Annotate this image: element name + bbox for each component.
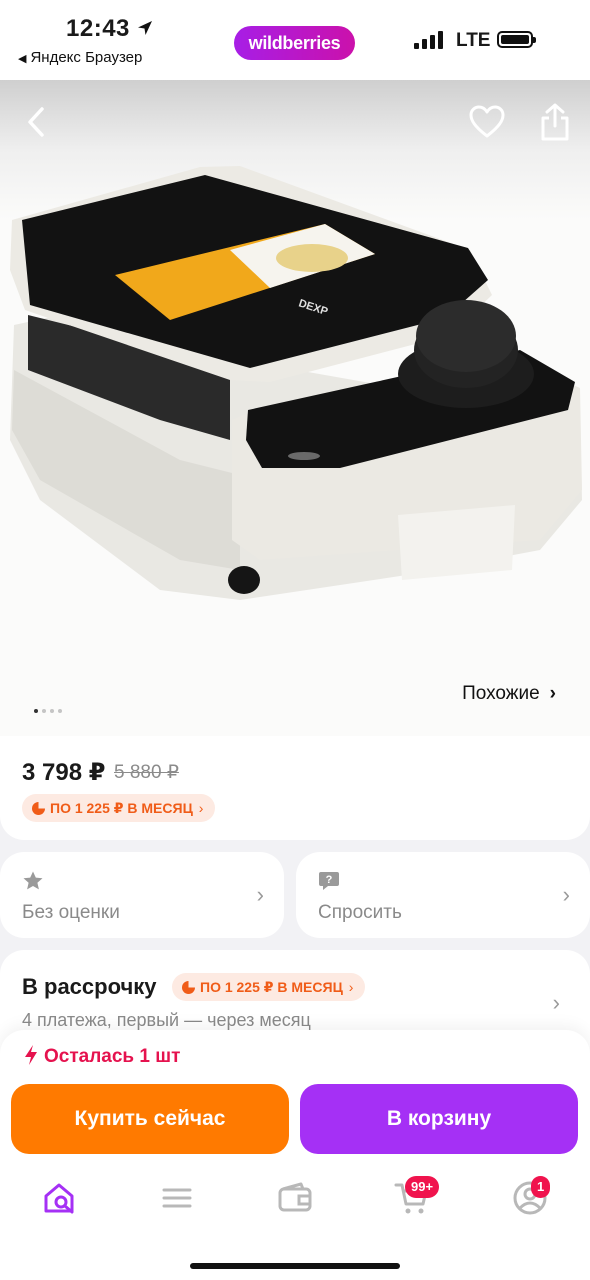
chevron-right-icon: › <box>552 990 560 1015</box>
back-to-app-link[interactable]: ◀ Яндекс Браузер <box>18 49 142 66</box>
ask-question-tile[interactable]: ? Спросить › <box>296 852 590 938</box>
product-image-waffle-maker: DEXP <box>10 166 582 600</box>
location-arrow-icon <box>138 21 152 35</box>
svg-text:?: ? <box>326 874 333 886</box>
pie-chart-icon <box>182 981 195 994</box>
similar-label: Похожие <box>462 683 540 704</box>
old-price: 5 880 ₽ <box>114 762 179 783</box>
installment-badge-label: ПО 1 225 ₽ В МЕСЯЦ <box>200 979 343 995</box>
installment-title: В рассрочку <box>22 974 157 999</box>
profile-badge: 1 <box>531 1176 551 1198</box>
lightning-icon <box>25 1045 37 1065</box>
ask-label: Спросить <box>318 902 402 923</box>
wildberries-logo: wildberries <box>234 26 355 60</box>
price-card: 3 798 ₽ 5 880 ₽ ПО 1 225 ₽ В МЕСЯЦ › <box>0 736 590 840</box>
purchase-bar: Осталась 1 шт Купить сейчас В корзину 99… <box>0 1030 590 1280</box>
installment-badge-label: ПО 1 225 ₽ В МЕСЯЦ <box>50 800 193 816</box>
chevron-right-icon: › <box>549 683 556 704</box>
chevron-right-icon: › <box>348 979 354 995</box>
tab-bar: 99+ 1 <box>0 1176 590 1220</box>
signal-icon <box>414 31 444 49</box>
status-bar: 12:43 ◀ Яндекс Браузер wildberries LTE <box>0 0 590 80</box>
battery-icon <box>497 31 536 48</box>
chevron-right-icon: › <box>562 882 570 907</box>
installment-badge: ПО 1 225 ₽ В МЕСЯЦ › <box>172 973 366 1001</box>
home-search-icon[interactable] <box>42 1180 78 1216</box>
buy-now-button[interactable]: Купить сейчас <box>11 1084 289 1154</box>
installment-subtitle: 4 платежа, первый — через месяц <box>22 1010 311 1030</box>
back-app-label: Яндекс Браузер <box>30 49 143 66</box>
stock-label: Осталась 1 шт <box>44 1046 181 1067</box>
installment-badge[interactable]: ПО 1 225 ₽ В МЕСЯЦ › <box>22 794 216 822</box>
gallery-pagination <box>34 702 66 713</box>
similar-products-link[interactable]: Похожие › <box>462 683 556 705</box>
product-gallery[interactable]: DEXP Похожие › <box>0 80 590 740</box>
menu-icon[interactable] <box>159 1180 195 1216</box>
home-indicator <box>190 1263 400 1269</box>
wallet-icon[interactable] <box>277 1180 313 1216</box>
question-bubble-icon: ? <box>319 872 339 890</box>
rating-tile[interactable]: Без оценки › <box>0 852 284 938</box>
network-type: LTE <box>456 30 491 51</box>
chevron-right-icon: › <box>256 882 264 907</box>
pie-chart-icon <box>32 802 45 815</box>
stock-warning: Осталась 1 шт <box>24 1044 180 1068</box>
current-price: 3 798 ₽ <box>22 759 106 786</box>
add-to-cart-button[interactable]: В корзину <box>300 1084 578 1154</box>
rating-label: Без оценки <box>22 902 120 923</box>
clock: 12:43 <box>66 15 130 42</box>
cart-badge: 99+ <box>405 1176 440 1198</box>
chevron-right-icon: › <box>198 800 204 816</box>
back-triangle-icon: ◀ <box>18 53 27 65</box>
star-icon <box>23 871 43 890</box>
